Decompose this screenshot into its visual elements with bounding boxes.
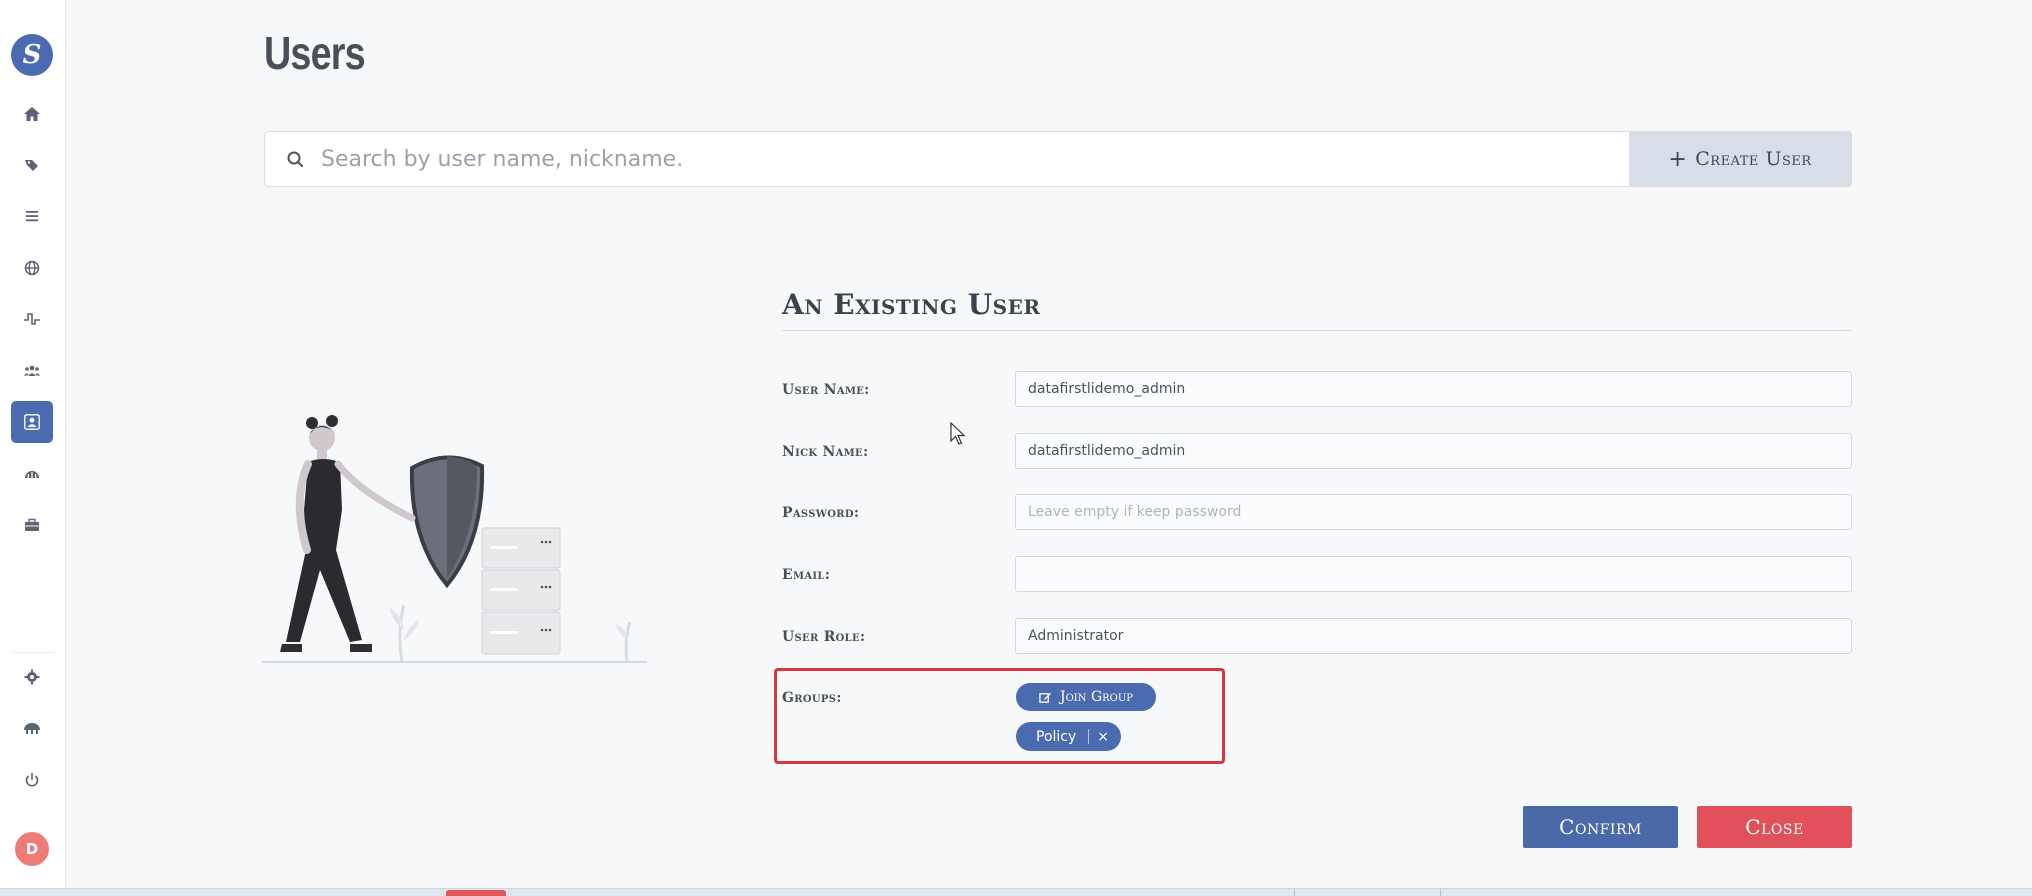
pulse-icon [24, 313, 40, 325]
search-input[interactable] [321, 132, 1851, 186]
sidebar-item-tags[interactable] [11, 144, 53, 186]
home-icon [24, 107, 40, 121]
user-avatar-badge[interactable]: D [15, 832, 49, 866]
user-icon [24, 414, 40, 430]
users-icon [24, 365, 40, 376]
nick-name-label: Nick Name: [782, 444, 869, 460]
sidebar-item-settings[interactable] [11, 656, 53, 698]
list-icon [26, 211, 38, 222]
power-icon [25, 773, 39, 787]
email-field[interactable] [1015, 556, 1852, 592]
tag-divider [1088, 729, 1090, 744]
plus-icon: + [1668, 146, 1688, 172]
app-root: S D Users Search by user name, nickname.… [0, 0, 2032, 896]
search-bar: + Create User [264, 131, 1852, 187]
remove-tag-icon[interactable]: × [1097, 729, 1109, 745]
create-user-button[interactable]: + Create User [1629, 132, 1851, 186]
security-illustration [262, 415, 647, 663]
sidebar-separator [12, 652, 54, 653]
user-name-label: User Name: [782, 382, 870, 398]
globe-icon [24, 260, 40, 276]
group-tag-policy: Policy × [1016, 722, 1122, 751]
nick-name-field[interactable] [1015, 433, 1852, 469]
groups-label: Groups: [782, 690, 842, 706]
app-logo[interactable]: S [11, 34, 53, 76]
toolbox-icon [25, 518, 39, 531]
taskbar-divider [1294, 889, 1295, 896]
sidebar-item-activity[interactable] [11, 298, 53, 340]
sidebar-item-globe[interactable] [11, 247, 53, 289]
sidebar-item-dashboard[interactable] [11, 452, 53, 494]
password-field[interactable] [1015, 494, 1852, 530]
taskbar-strip [0, 888, 2032, 896]
sidebar-item-toolbox[interactable] [11, 504, 53, 546]
dashboard-icon [25, 471, 39, 479]
gear-icon [24, 669, 40, 685]
sidebar-item-security[interactable] [11, 707, 53, 749]
join-group-button[interactable]: Join Group [1016, 683, 1156, 711]
sidebar-item-list[interactable] [11, 195, 53, 237]
user-role-label: User Role: [782, 629, 866, 645]
mouse-cursor-icon [950, 422, 966, 445]
sidebar-item-teams[interactable] [11, 350, 53, 392]
taskbar-active-indicator [446, 890, 506, 896]
close-button[interactable]: Close [1697, 806, 1852, 848]
join-group-label: Join Group [1059, 689, 1134, 705]
server-stack [481, 527, 561, 655]
email-label: Email: [782, 567, 831, 583]
form-divider [782, 330, 1852, 331]
password-label: Password: [782, 505, 860, 521]
user-avatar-letter: D [25, 840, 39, 858]
create-user-label: Create User [1695, 148, 1812, 170]
sidebar-item-home[interactable] [11, 93, 53, 135]
form-title: An Existing User [782, 288, 1041, 321]
sidebar: S D [0, 0, 66, 888]
user-role-field[interactable] [1015, 618, 1852, 654]
taskbar-divider [1440, 889, 1441, 896]
logo-letter: S [22, 40, 42, 70]
page-title: Users [264, 27, 366, 79]
edit-icon [1039, 692, 1052, 703]
sidebar-item-users[interactable] [11, 401, 53, 443]
sidebar-item-logout[interactable] [11, 759, 53, 801]
user-name-field[interactable] [1015, 371, 1852, 407]
person-graphic [280, 415, 416, 652]
shield-graphic [409, 455, 485, 589]
groups-highlight-box [774, 668, 1225, 764]
tags-icon [25, 160, 38, 171]
umbrella-icon [24, 723, 40, 734]
search-icon [287, 151, 304, 168]
confirm-button[interactable]: Confirm [1523, 806, 1678, 848]
group-tag-label: Policy [1036, 728, 1077, 745]
